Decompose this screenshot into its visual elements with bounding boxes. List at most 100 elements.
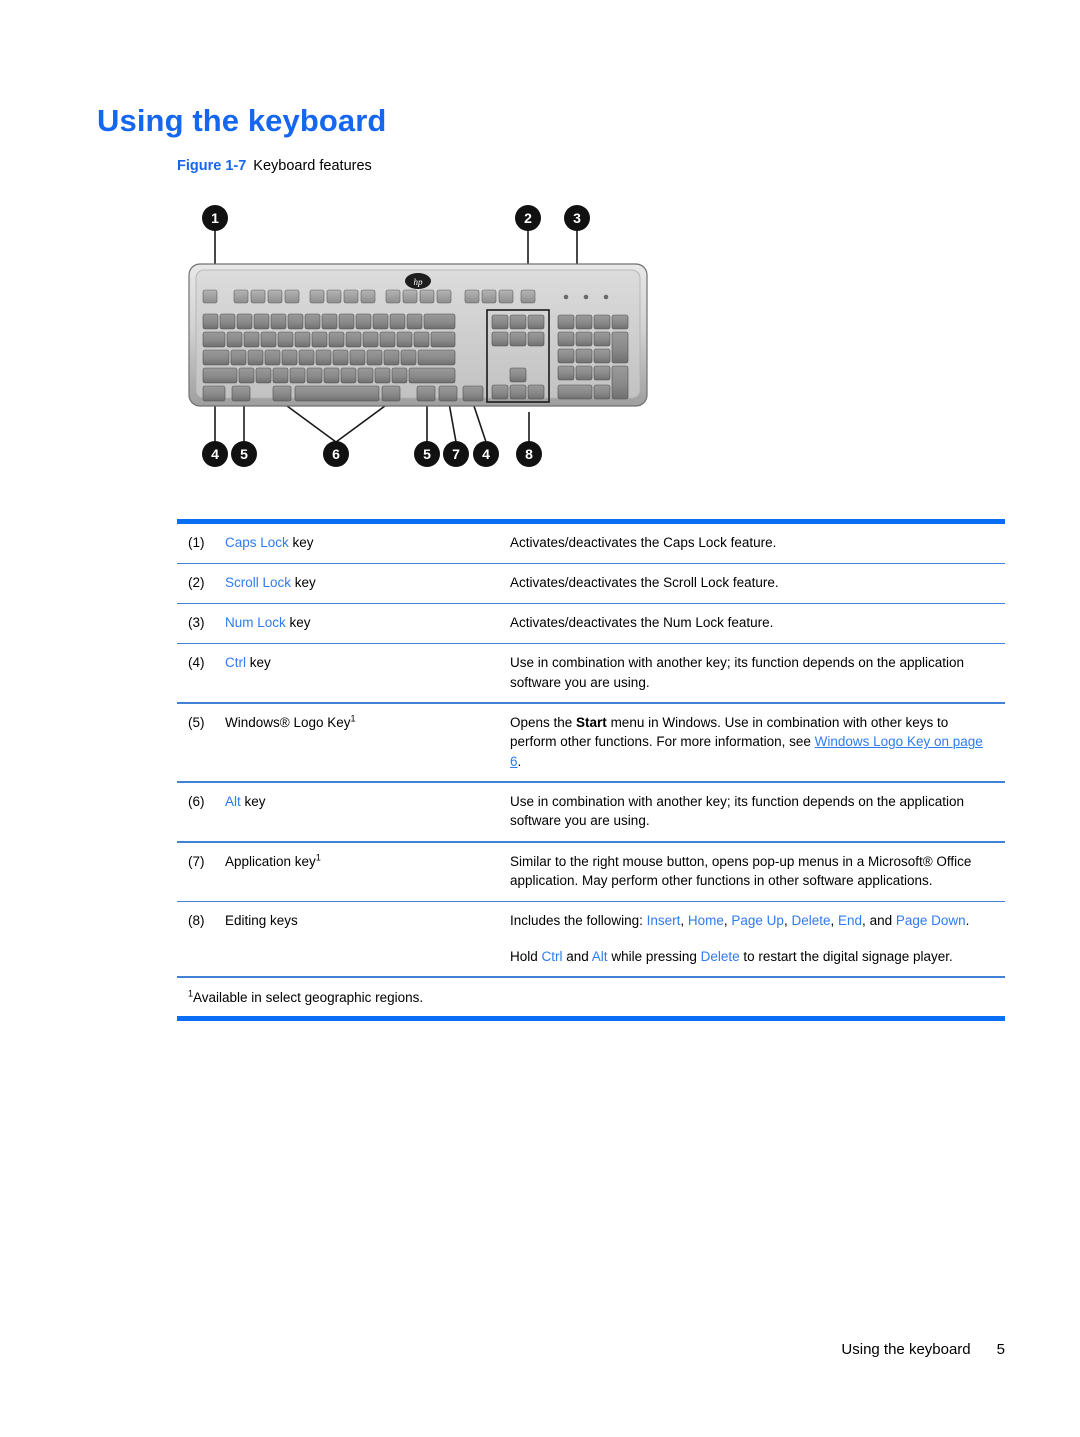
row-description: Similar to the right mouse button, opens… bbox=[510, 852, 1005, 891]
key-name-delete2: Delete bbox=[700, 948, 740, 964]
key-name: Num Lock bbox=[225, 615, 286, 631]
desc-paragraph: Activates/deactivates the Scroll Lock fe… bbox=[510, 575, 779, 591]
desc-text: Hold bbox=[510, 948, 542, 964]
table-footnote: 1Available in select geographic regions. bbox=[177, 978, 1005, 1016]
callout-4a: 4 bbox=[202, 441, 228, 467]
item-label: Application key bbox=[225, 853, 316, 869]
callout-3: 3 bbox=[564, 205, 590, 231]
desc-text: to restart the digital signage player. bbox=[739, 948, 953, 964]
conjunction: and bbox=[869, 913, 893, 929]
key-name: Ctrl bbox=[225, 655, 246, 671]
desc-paragraph-keys: Includes the following: Insert, Home, Pa… bbox=[510, 911, 991, 931]
svg-text:6: 6 bbox=[332, 446, 340, 462]
item-suffix: key bbox=[288, 535, 314, 550]
desc-text: Opens the bbox=[510, 714, 577, 730]
row-description: Use in combination with another key; its… bbox=[510, 792, 1005, 831]
sep: . bbox=[965, 913, 970, 929]
key-name: Alt bbox=[225, 793, 241, 809]
svg-text:1: 1 bbox=[211, 210, 219, 226]
callout-5b: 5 bbox=[414, 441, 440, 467]
desc-text: and bbox=[562, 948, 592, 964]
svg-text:4: 4 bbox=[482, 446, 490, 462]
callout-8: 8 bbox=[516, 441, 542, 467]
footnote-marker: 1 bbox=[350, 713, 356, 724]
key-name: Caps Lock bbox=[225, 535, 289, 550]
desc-text: while pressing bbox=[607, 948, 701, 964]
svg-text:4: 4 bbox=[211, 446, 219, 462]
table-row: (2) Scroll Lock key Activates/deactivate… bbox=[177, 564, 1005, 603]
callout-5a: 5 bbox=[231, 441, 257, 467]
row-description: Activates/deactivates the Num Lock featu… bbox=[510, 613, 1005, 633]
sep: , bbox=[830, 913, 839, 929]
callout-1: 1 bbox=[202, 205, 228, 231]
callout-6: 6 bbox=[323, 441, 349, 467]
keyboard-features-table: (1) Caps Lock key Activates/deactivates … bbox=[177, 519, 1005, 1021]
desc-paragraph: Opens the Start menu in Windows. Use in … bbox=[510, 713, 991, 772]
row-number: (6) bbox=[188, 793, 205, 809]
row-item: Num Lock key bbox=[225, 613, 510, 632]
footnote-text: Available in select geographic regions. bbox=[193, 989, 424, 1005]
row-number: (2) bbox=[188, 575, 205, 591]
figure-label: Figure 1-7 bbox=[177, 158, 247, 174]
callout-7: 7 bbox=[443, 441, 469, 467]
row-description: Activates/deactivates the Caps Lock feat… bbox=[510, 533, 1005, 553]
svg-text:5: 5 bbox=[423, 446, 431, 462]
table-row: (8) Editing keys Includes the following:… bbox=[177, 902, 1005, 976]
page-title: Using the keyboard bbox=[97, 103, 387, 138]
desc-text: . bbox=[517, 753, 522, 769]
row-number: (3) bbox=[188, 615, 205, 631]
key-name-alt: Alt bbox=[591, 948, 608, 964]
footnote-marker: 1 bbox=[315, 852, 321, 863]
key-name: Scroll Lock bbox=[225, 575, 292, 591]
svg-text:7: 7 bbox=[452, 446, 460, 462]
row-description: Use in combination with another key; its… bbox=[510, 653, 1005, 692]
keyboard-body: hp bbox=[188, 263, 648, 407]
key-name-page-down: Page Down bbox=[895, 913, 966, 929]
key-name-home: Home bbox=[687, 913, 724, 929]
row-number: (4) bbox=[188, 655, 205, 671]
desc-paragraph: Use in combination with another key; its… bbox=[510, 655, 965, 690]
sep: , bbox=[680, 913, 688, 929]
table-row: (4) Ctrl key Use in combination with ano… bbox=[177, 644, 1005, 702]
keyboard-figure: hp 1 2 3 4 5 6 5 7 4 8 bbox=[177, 196, 697, 496]
row-number: (5) bbox=[188, 714, 205, 730]
sep: , bbox=[862, 913, 870, 929]
key-name-insert: Insert bbox=[646, 913, 681, 929]
footer-title: Using the keyboard bbox=[841, 1341, 971, 1358]
hp-keyboard-photo: hp 1 2 3 4 5 6 5 7 4 8 bbox=[188, 205, 648, 467]
table-row: (1) Caps Lock key Activates/deactivates … bbox=[177, 524, 1005, 563]
row-number: (1) bbox=[188, 535, 205, 550]
row-number: (8) bbox=[188, 913, 205, 929]
row-item: Windows® Logo Key1 bbox=[225, 713, 510, 732]
svg-text:3: 3 bbox=[573, 210, 581, 226]
desc-paragraph: Activates/deactivates the Caps Lock feat… bbox=[510, 535, 777, 550]
key-name-ctrl: Ctrl bbox=[541, 948, 563, 964]
svg-text:8: 8 bbox=[525, 446, 533, 462]
table-row: (3) Num Lock key Activates/deactivates t… bbox=[177, 604, 1005, 643]
desc-paragraph-restart: Hold Ctrl and Alt while pressing Delete … bbox=[510, 947, 991, 967]
desc-paragraph: Similar to the right mouse button, opens… bbox=[510, 853, 972, 889]
item-suffix: key bbox=[291, 575, 316, 591]
table-row: (5) Windows® Logo Key1 Opens the Start m… bbox=[177, 704, 1005, 782]
row-item: Application key1 bbox=[225, 852, 510, 871]
desc-text: Includes the following: bbox=[510, 913, 647, 929]
item-suffix: key bbox=[240, 793, 266, 809]
table-bottom-rule bbox=[177, 1015, 1005, 1021]
item-label: Editing keys bbox=[225, 913, 298, 929]
desc-emphasis: Start bbox=[576, 714, 607, 730]
key-name-delete: Delete bbox=[791, 913, 831, 929]
row-number: (7) bbox=[188, 853, 205, 869]
svg-text:5: 5 bbox=[240, 446, 248, 462]
key-name-end: End bbox=[838, 913, 863, 929]
row-item: Ctrl key bbox=[225, 653, 510, 672]
figure-title: Keyboard features bbox=[253, 158, 372, 174]
callout-4b: 4 bbox=[473, 441, 499, 467]
desc-paragraph: Use in combination with another key; its… bbox=[510, 793, 965, 829]
svg-text:hp: hp bbox=[414, 277, 424, 287]
svg-text:2: 2 bbox=[524, 210, 532, 226]
item-suffix: key bbox=[285, 615, 311, 631]
item-suffix: key bbox=[246, 655, 271, 671]
row-description: Opens the Start menu in Windows. Use in … bbox=[510, 713, 1005, 772]
row-item: Scroll Lock key bbox=[225, 573, 510, 592]
row-description: Includes the following: Insert, Home, Pa… bbox=[510, 911, 1005, 966]
